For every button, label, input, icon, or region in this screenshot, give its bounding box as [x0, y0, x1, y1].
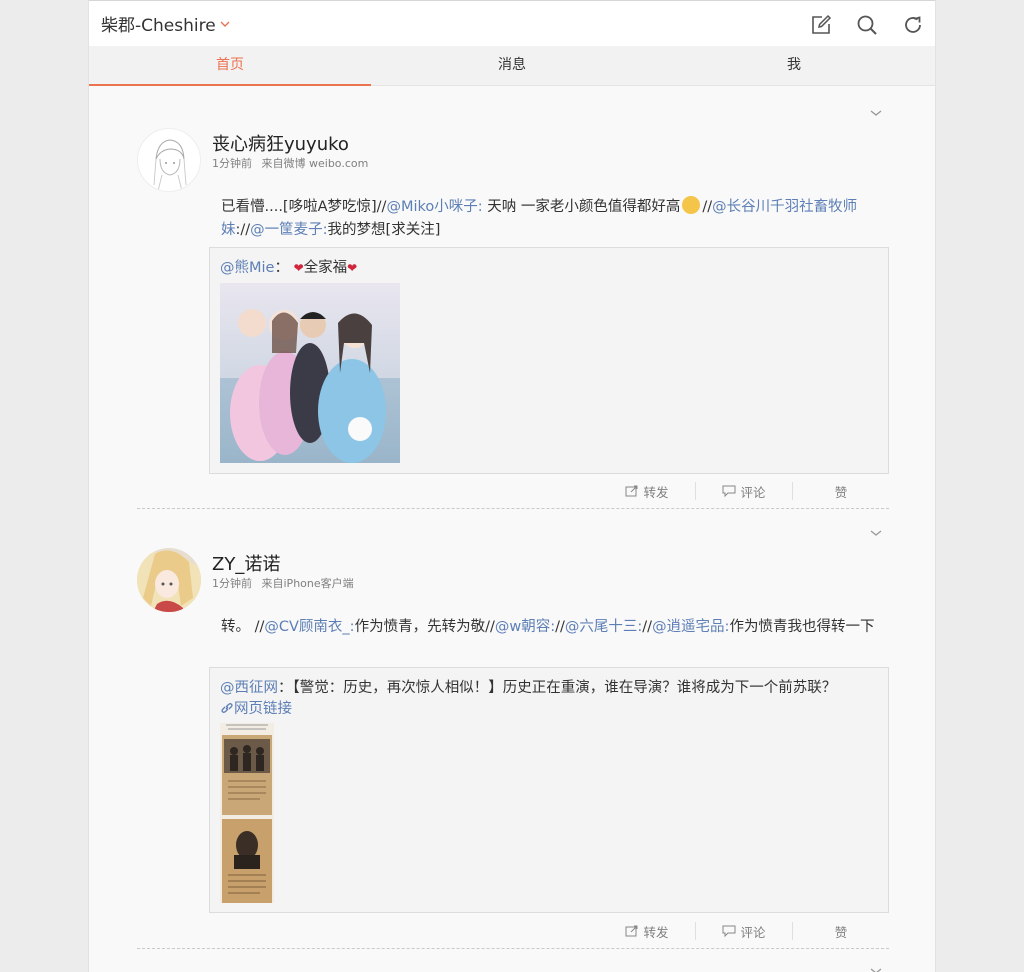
compose-icon[interactable]	[809, 13, 833, 37]
post-text-segment: 天呐 一家老小颜色值得都好高	[482, 199, 681, 215]
post-text: 转。 //@CV顾南衣_:作为愤青，先转为敬//@w朝容://@六尾十三://@…	[221, 616, 881, 639]
post-text-segment: 已看懵....[哆啦A梦吃惊]//	[221, 199, 387, 215]
post-text-segment: //	[642, 619, 653, 635]
weibo-page: 柴郡-Cheshire 首页 消息 我 丧心病狂yuyuko 1分钟前 来自微博…	[88, 0, 936, 972]
chevron-down-icon	[220, 21, 230, 27]
post-text-segment: //	[702, 199, 713, 215]
repost-button[interactable]: 转发	[599, 922, 695, 940]
mention-link[interactable]: @一筐麦子:	[250, 222, 327, 238]
mention-link[interactable]: @逍遥宅品:	[652, 619, 729, 635]
post-text-segment: 作为愤青我也得转一下	[729, 619, 875, 635]
post-photo[interactable]	[220, 283, 400, 463]
refresh-icon[interactable]	[901, 13, 925, 37]
post-username[interactable]: ZY_诺诺	[212, 550, 280, 576]
family-photo-image	[220, 283, 400, 463]
post-source: 来自微博 weibo.com	[261, 157, 369, 170]
quoted-author[interactable]: @西征网	[220, 680, 278, 696]
comment-button[interactable]: 评论	[695, 922, 792, 940]
post-source: 来自iPhone客户端	[261, 577, 354, 590]
chevron-down-icon[interactable]	[869, 528, 883, 538]
comment-icon	[722, 485, 736, 497]
like-button[interactable]: 赞	[792, 482, 889, 500]
comment-button[interactable]: 评论	[695, 482, 792, 500]
mention-link[interactable]: @w朝容:	[495, 619, 555, 635]
chevron-down-icon[interactable]	[869, 966, 883, 972]
like-button[interactable]: 赞	[792, 922, 889, 940]
post-text-segment: 作为愤青，先转为敬//	[354, 619, 495, 635]
post-divider	[137, 948, 889, 949]
post-text-segment: //	[555, 619, 565, 635]
heart-icon: ❤	[347, 261, 358, 275]
feed-post: 丧心病狂yuyuko 1分钟前 来自微博 weibo.com 已看懵....[哆…	[137, 86, 889, 508]
heart-icon: ❤	[293, 261, 304, 275]
post-actions: 转发 评论 赞	[599, 482, 889, 500]
mention-link[interactable]: @六尾十三:	[565, 619, 642, 635]
post-text-segment: 我的梦想[求关注]	[327, 222, 441, 238]
mention-link[interactable]: @CV顾南衣_:	[264, 619, 354, 635]
quoted-body: 全家福	[303, 260, 348, 276]
avatar-sketch-image	[153, 139, 187, 191]
mention-link[interactable]: @Miko小咪子:	[386, 199, 482, 215]
post-photo[interactable]	[220, 723, 274, 903]
repost-icon	[625, 925, 638, 937]
quoted-post[interactable]: @熊Mie： ❤全家福❤	[209, 247, 889, 474]
account-name: 柴郡-Cheshire	[101, 16, 216, 36]
comment-icon	[722, 925, 736, 937]
history-poster-image	[220, 723, 274, 903]
chevron-down-icon[interactable]	[869, 108, 883, 118]
avatar-anime-image	[137, 548, 201, 612]
tab-messages[interactable]: 消息	[371, 46, 653, 85]
post-text: 已看懵....[哆啦A梦吃惊]//@Miko小咪子: 天呐 一家老小颜色值得都好…	[221, 196, 881, 242]
quoted-body: 【警觉：历史，再次惊人相似！】历史正在重演，谁在导演？谁将成为下一个前苏联？	[292, 680, 837, 696]
post-username[interactable]: 丧心病狂yuyuko	[212, 130, 349, 156]
post-text-segment: ://	[235, 222, 251, 238]
quoted-author[interactable]: @熊Mie	[220, 260, 274, 276]
feed-post: ZY_诺诺 1分钟前 来自iPhone客户端 转。 //@CV顾南衣_:作为愤青…	[137, 508, 889, 948]
emoji-icon	[682, 196, 701, 214]
web-link[interactable]: 网页链接	[220, 701, 292, 717]
post-meta: 1分钟前 来自微博 weibo.com	[212, 155, 368, 171]
tab-bar: 首页 消息 我	[89, 46, 935, 86]
repost-button[interactable]: 转发	[599, 482, 695, 500]
post-time: 1分钟前	[212, 577, 252, 590]
post-text-segment: 转。 //	[221, 619, 265, 635]
tab-me[interactable]: 我	[653, 46, 935, 85]
post-actions: 转发 评论 赞	[599, 922, 889, 940]
account-switcher[interactable]: 柴郡-Cheshire	[101, 11, 231, 36]
top-bar: 柴郡-Cheshire	[89, 0, 935, 46]
quoted-text: @西征网：【警觉：历史，再次惊人相似！】历史正在重演，谁在导演？谁将成为下一个前…	[220, 680, 837, 717]
search-icon[interactable]	[855, 13, 879, 37]
repost-icon	[625, 485, 638, 497]
avatar[interactable]	[137, 548, 201, 612]
tab-home[interactable]: 首页	[89, 46, 371, 86]
post-meta: 1分钟前 来自iPhone客户端	[212, 575, 354, 591]
quoted-post[interactable]: @西征网：【警觉：历史，再次惊人相似！】历史正在重演，谁在导演？谁将成为下一个前…	[209, 667, 889, 913]
link-icon	[221, 703, 233, 713]
avatar[interactable]	[137, 128, 201, 192]
quoted-text: @熊Mie： ❤全家福❤	[220, 260, 358, 276]
post-time: 1分钟前	[212, 157, 252, 170]
